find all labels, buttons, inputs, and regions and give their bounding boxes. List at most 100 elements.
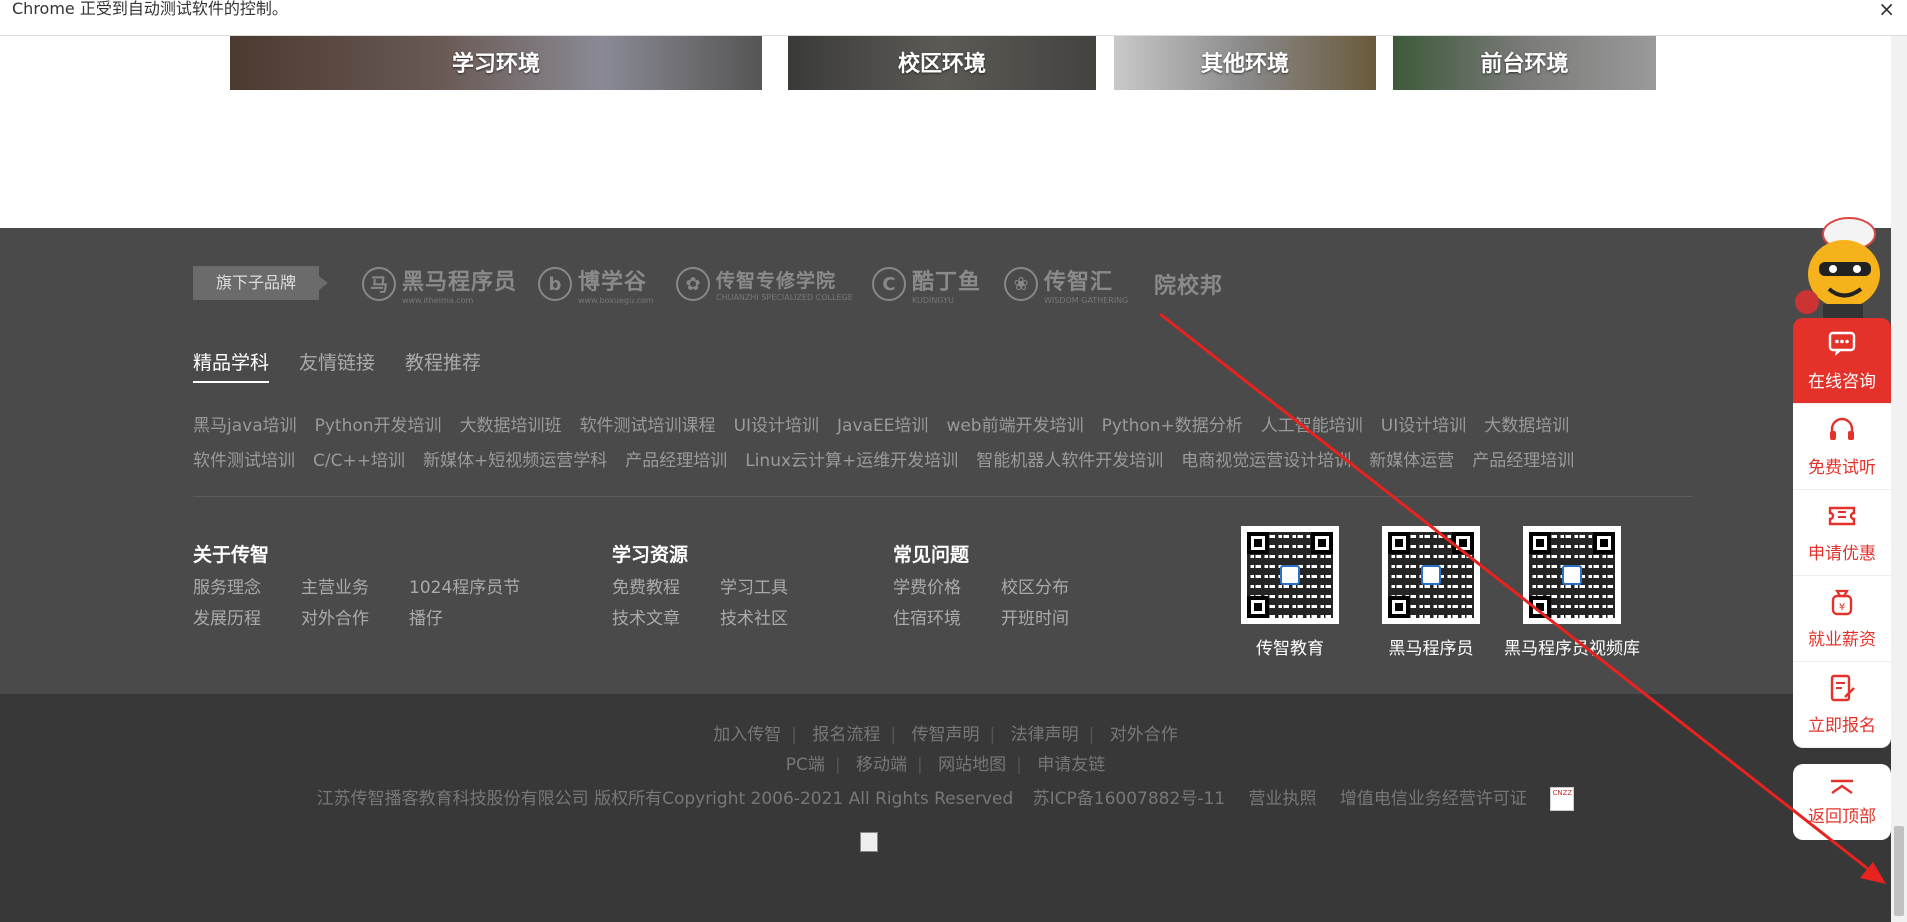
course-link[interactable]: 产品经理培训 [1472,446,1574,471]
tab-friend-links[interactable]: 友情链接 [299,348,375,383]
brand-kudingyu[interactable]: C 酷丁鱼 KUDINGYU [872,264,982,305]
faq-link[interactable]: 学费价格 [893,573,961,598]
about-link[interactable]: 1024程序员节 [409,573,520,598]
telecom-license-link[interactable]: 增值电信业务经营许可证 [1340,789,1527,809]
course-link[interactable]: 黑马java培训 [193,411,297,436]
footer-link[interactable]: 移动端 [856,755,907,775]
course-link[interactable]: C/C++培训 [313,446,405,471]
course-link[interactable]: 电商视觉运营设计培训 [1181,446,1351,471]
page-scrollbar[interactable] [1891,36,1907,922]
close-icon[interactable]: × [1878,0,1895,19]
chat-bubble-icon [1828,331,1856,356]
sidebar-item-enroll[interactable]: 立即报名 [1793,662,1891,748]
brand-sub: www.itheima.com [402,295,474,305]
footer-link[interactable]: 申请友链 [1037,755,1105,775]
about-link[interactable]: 主营业务 [301,573,369,598]
faq-column: 常见问题 学费价格 校区分布 住宿环境 开班时间 [893,540,1069,629]
course-link[interactable]: UI设计培训 [1381,411,1466,436]
about-link[interactable]: 对外合作 [301,604,369,629]
about-link[interactable]: 发展历程 [193,604,261,629]
course-link[interactable]: 新媒体+短视频运营学科 [423,446,607,471]
automation-infobar: Chrome 正受到自动测试软件的控制。 × [0,0,1907,36]
resource-link[interactable]: 学习工具 [720,573,788,598]
mascot-image [1789,214,1893,324]
footer-links-row: PC端 | 移动端 | 网站地图 | 申请友链 [785,755,1106,775]
resource-link[interactable]: 免费教程 [612,573,680,598]
qrcode-itheima: 黑马程序员 [1382,526,1480,659]
footer-link[interactable]: 对外合作 [1110,725,1178,745]
course-link[interactable]: UI设计培训 [734,411,819,436]
footer-link[interactable]: PC端 [786,755,825,775]
course-links: 黑马java培训 Python开发培训 大数据培训班 软件测试培训课程 UI设计… [193,406,1693,476]
environment-card-study[interactable]: 学习环境 [230,36,762,90]
infobar-message: Chrome 正受到自动测试软件的控制。 [12,0,288,18]
sidebar-item-salary[interactable]: ¥ 就业薪资 [1793,576,1891,662]
brand-chuanzhihui[interactable]: ❀ 传智汇 WISDOM GATHERING [1004,264,1128,305]
site-footer: 旗下子品牌 马 黑马程序员 www.itheima.com b 博学谷 www.bo… [0,228,1891,694]
icp-link[interactable]: 苏ICP备16007882号-11 [1033,789,1225,809]
course-link[interactable]: 产品经理培训 [625,446,727,471]
license-link[interactable]: 营业执照 [1249,789,1317,809]
course-link[interactable]: 新媒体运营 [1369,446,1454,471]
broken-image [860,832,878,852]
environment-label: 学习环境 [451,52,540,77]
copyright-row: 江苏传智播客教育科技股份有限公司 版权所有Copyright 2006-2021… [0,784,1891,811]
environment-card-reception[interactable]: 前台环境 [1393,36,1656,90]
college-seal-icon: ✿ [676,267,710,301]
chevron-up-icon [1831,779,1853,794]
course-link[interactable]: 大数据培训 [1484,411,1569,436]
course-link[interactable]: JavaEE培训 [837,411,928,436]
faq-link[interactable]: 校区分布 [1001,573,1069,598]
brand-yuanxiaobang[interactable]: 院校邦 [1154,264,1223,304]
brand-sub: CHUANZHI SPECIALIZED COLLEGE [716,293,853,302]
course-link[interactable]: 软件测试培训课程 [580,411,716,436]
faq-link[interactable]: 开班时间 [1001,604,1069,629]
about-link[interactable]: 服务理念 [193,573,261,598]
svg-text:¥: ¥ [1839,602,1845,613]
environment-card-campus[interactable]: 校区环境 [788,36,1096,90]
qrcode-chuanzhi: 传智教育 [1241,526,1339,659]
course-link[interactable]: Python开发培训 [315,411,442,436]
footer-link[interactable]: 加入传智 [713,725,781,745]
footer-link[interactable]: 法律声明 [1011,725,1079,745]
brands-tag: 旗下子品牌 [193,266,328,300]
footer-link[interactable]: 报名流程 [812,725,880,745]
course-links-row: 黑马java培训 Python开发培训 大数据培训班 软件测试培训课程 UI设计… [193,406,1693,441]
tab-featured-courses[interactable]: 精品学科 [193,348,270,383]
scrollbar-thumb[interactable] [1894,826,1904,916]
about-link[interactable]: 播仔 [409,604,520,629]
ticket-icon [1828,506,1856,526]
sidebar-item-free-trial[interactable]: 免费试听 [1793,404,1891,490]
tab-tutorials[interactable]: 教程推荐 [405,348,481,383]
cnzz-icon[interactable]: CNZZ [1550,787,1575,811]
faq-link[interactable]: 住宿环境 [893,604,961,629]
qrcode-logo-icon [1562,565,1582,585]
footer-link[interactable]: 传智声明 [912,725,980,745]
course-link[interactable]: 大数据培训班 [460,411,562,436]
course-link[interactable]: Python+数据分析 [1102,411,1243,436]
course-link[interactable]: 智能机器人软件开发培训 [976,446,1163,471]
course-link[interactable]: 人工智能培训 [1261,411,1363,436]
headset-icon [1830,417,1854,440]
course-link[interactable]: 软件测试培训 [193,446,295,471]
column-links: 学费价格 校区分布 住宿环境 开班时间 [893,573,1069,629]
qrcode-image [1241,526,1339,624]
brand-itheima[interactable]: 马 黑马程序员 www.itheima.com [362,264,517,305]
environment-card-other[interactable]: 其他环境 [1114,36,1376,90]
about-column: 关于传智 服务理念 主营业务 1024程序员节 发展历程 对外合作 播仔 [193,540,520,629]
course-link[interactable]: web前端开发培训 [946,411,1083,436]
brand-name: 酷丁鱼 [912,269,982,295]
footer-link[interactable]: 网站地图 [938,755,1006,775]
course-link[interactable]: Linux云计算+运维开发培训 [745,446,958,471]
sidebar-item-online-consult[interactable]: 在线咨询 [1793,318,1891,404]
footer-bottom: 加入传智 | 报名流程 | 传智声明 | 法律声明 | 对外合作 PC端 | 移动端 | 网… [0,694,1891,922]
column-links: 服务理念 主营业务 1024程序员节 发展历程 对外合作 播仔 [193,573,520,629]
brand-boxuegu[interactable]: b 博学谷 www.boxuegu.com [538,264,654,305]
sidebar-item-label: 在线咨询 [1808,372,1876,392]
resource-link[interactable]: 技术文章 [612,604,680,629]
back-to-top-button[interactable]: 返回顶部 [1793,764,1891,840]
brand-college[interactable]: ✿ 传智专修学院 CHUANZHI SPECIALIZED COLLEGE [676,264,853,304]
sidebar-item-discount[interactable]: 申请优惠 [1793,490,1891,576]
qrcode-logo-icon [1421,565,1441,585]
resource-link[interactable]: 技术社区 [720,604,788,629]
